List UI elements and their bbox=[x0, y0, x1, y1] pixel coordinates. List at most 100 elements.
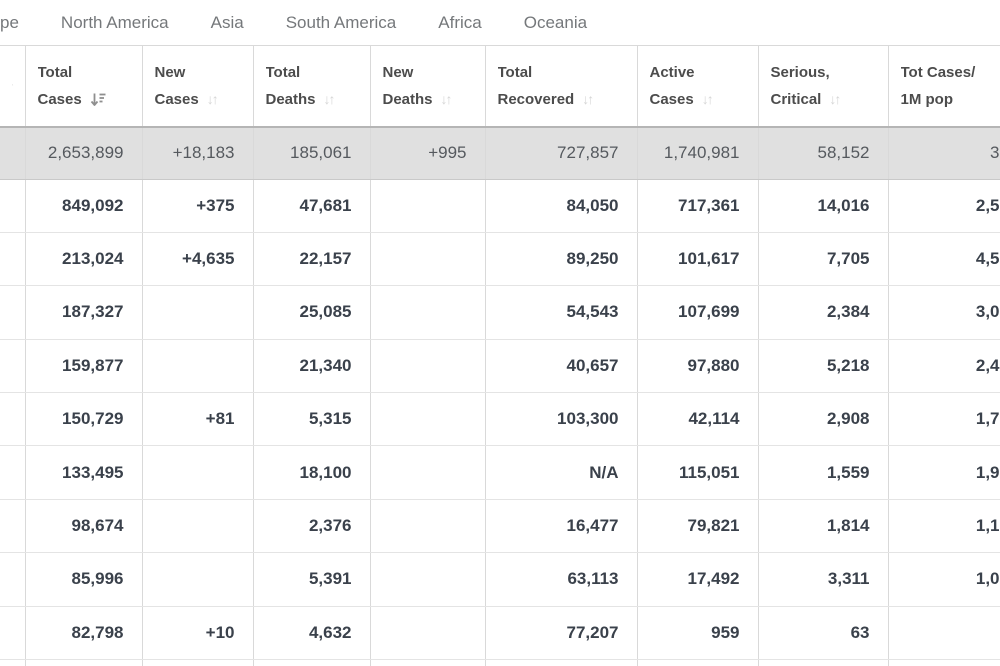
cell-total_cases: 85,996 bbox=[25, 552, 143, 607]
column-label-line2: Cases bbox=[37, 91, 82, 108]
column-label-line2: Cases bbox=[154, 91, 199, 108]
header-row: ↓↑ Total Cases New Cases ↓↑ Total Deaths ↓↑ New De… bbox=[0, 46, 1000, 128]
cell-active_cases: 101,617 bbox=[637, 232, 759, 287]
cell-cases_per_1m: 3 bbox=[888, 127, 1000, 180]
cell-country bbox=[0, 499, 26, 554]
cell-serious_critical bbox=[758, 659, 889, 666]
cell-cases_per_1m: 1,9 bbox=[888, 445, 1000, 500]
cell-new_deaths bbox=[370, 552, 486, 607]
cell-total_recovered: 727,857 bbox=[485, 127, 638, 180]
cell-active_cases: 42,114 bbox=[637, 392, 759, 447]
column-label-line1: Total bbox=[497, 64, 533, 81]
tab-north-america[interactable]: North America bbox=[61, 13, 169, 33]
column-label-line1: Tot Cases/ bbox=[900, 64, 976, 81]
col-header-new_cases[interactable]: New Cases ↓↑ bbox=[142, 46, 254, 128]
tab-asia[interactable]: Asia bbox=[211, 13, 244, 33]
cell-serious_critical: 3,311 bbox=[758, 552, 889, 607]
cell-new_cases: +10 bbox=[142, 606, 254, 661]
cell-serious_critical: 63 bbox=[758, 606, 889, 661]
column-label-line2: Critical bbox=[770, 91, 822, 108]
cell-total_deaths: 185,061 bbox=[253, 127, 371, 180]
cell-new_deaths: +22 bbox=[370, 179, 486, 233]
cell-total_deaths: 2,376 bbox=[253, 499, 371, 554]
cell-active_cases: 1,740,981 bbox=[637, 127, 759, 180]
cell-total_cases bbox=[25, 659, 143, 666]
cell-total_cases: 133,495 bbox=[25, 445, 143, 500]
tab-south-america[interactable]: South America bbox=[286, 13, 397, 33]
cell-country bbox=[0, 232, 26, 287]
country-row: 213,024 +4,635 22,157 +440 89,250 101,617 7,70… bbox=[0, 232, 1000, 287]
cell-cases_per_1m bbox=[888, 659, 1000, 666]
cell-total_recovered: 40,657 bbox=[485, 339, 638, 394]
cell-total_cases: 98,674 bbox=[25, 499, 143, 554]
tab-oceania[interactable]: Oceania bbox=[524, 13, 587, 33]
cell-new_cases: +18,183 bbox=[142, 127, 254, 180]
cell-new_cases: +4,635 bbox=[142, 232, 254, 287]
column-label-line1: New bbox=[382, 64, 414, 81]
col-header-total_recovered[interactable]: Total Recovered ↓↑ bbox=[485, 46, 638, 128]
cell-cases_per_1m: 1,7 bbox=[888, 392, 1000, 447]
cell-total_cases: 82,798 bbox=[25, 606, 143, 661]
cell-total_deaths: 22,157 bbox=[253, 232, 371, 287]
country-row: 150,729 +81 5,315 103,300 42,114 2,908 1,7 bbox=[0, 392, 1000, 447]
col-header-new_deaths[interactable]: New Deaths ↓↑ bbox=[370, 46, 486, 128]
cell-country bbox=[0, 339, 26, 394]
sort-toggle-icon: ↓↑ bbox=[701, 91, 714, 107]
column-label-line1: Total bbox=[265, 64, 301, 81]
partial-clipped-row bbox=[0, 659, 1000, 666]
country-row: 133,495 18,100 N/A 115,051 1,559 1,9 bbox=[0, 445, 1000, 500]
col-header-serious_critical[interactable]: Serious, Critical ↓↑ bbox=[758, 46, 889, 128]
cell-country bbox=[0, 445, 26, 500]
country-row: 82,798 +10 4,632 77,207 959 63 bbox=[0, 606, 1000, 661]
cell-total_cases: 150,729 bbox=[25, 392, 143, 447]
cell-serious_critical: 5,218 bbox=[758, 339, 889, 394]
country-row: 159,877 21,340 40,657 97,880 5,218 2,4 bbox=[0, 339, 1000, 394]
cell-new_deaths bbox=[370, 285, 486, 340]
cell-new_cases bbox=[142, 499, 254, 554]
cell-country bbox=[0, 552, 26, 607]
cell-cases_per_1m: 1,1 bbox=[888, 499, 1000, 554]
tab-africa[interactable]: Africa bbox=[438, 13, 481, 33]
cell-total_recovered: 77,207 bbox=[485, 606, 638, 661]
cell-total_cases: 849,092 bbox=[25, 179, 143, 233]
world-total-row: 2,653,899 +18,183 185,061 +995 727,857 1,740,… bbox=[0, 127, 1000, 180]
table-header: ↓↑ Total Cases New Cases ↓↑ Total Deaths ↓↑ New De… bbox=[0, 46, 1000, 128]
cell-active_cases: 115,051 bbox=[637, 445, 759, 500]
country-row: 187,327 25,085 54,543 107,699 2,384 3,0 bbox=[0, 285, 1000, 340]
covid-stats-table: ↓↑ Total Cases New Cases ↓↑ Total Deaths ↓↑ New De… bbox=[0, 46, 1000, 666]
col-header-cases_per_1m[interactable]: Tot Cases/1M pop bbox=[888, 46, 1000, 128]
sort-descending-active-icon bbox=[90, 93, 106, 106]
cell-new_deaths: +995 bbox=[370, 127, 486, 180]
sort-toggle-icon: ↓↑ bbox=[323, 91, 336, 107]
cell-serious_critical: 1,559 bbox=[758, 445, 889, 500]
col-header-active_cases[interactable]: Active Cases ↓↑ bbox=[637, 46, 759, 128]
cell-total_deaths: 5,315 bbox=[253, 392, 371, 447]
sort-toggle-icon: ↓↑ bbox=[582, 91, 594, 107]
cell-total_recovered bbox=[485, 659, 638, 666]
cell-total_recovered: 54,543 bbox=[485, 285, 638, 340]
cell-new_cases bbox=[142, 445, 254, 500]
cell-new_cases bbox=[142, 659, 254, 666]
col-header-total_deaths[interactable]: Total Deaths ↓↑ bbox=[253, 46, 371, 128]
cell-active_cases bbox=[637, 659, 759, 666]
column-label-line2: Deaths bbox=[265, 91, 316, 108]
cell-active_cases: 107,699 bbox=[637, 285, 759, 340]
cell-active_cases: 97,880 bbox=[637, 339, 759, 394]
tab-europe-partial[interactable]: pe bbox=[0, 13, 19, 33]
col-header-total_cases[interactable]: Total Cases bbox=[25, 46, 143, 128]
cell-country bbox=[0, 606, 26, 661]
table-body: 2,653,899 +18,183 185,061 +995 727,857 1,740,… bbox=[0, 127, 1000, 666]
cell-active_cases: 717,361 bbox=[637, 179, 759, 233]
sort-toggle-icon: ↓↑ bbox=[440, 91, 453, 107]
table-viewport: ↓↑ Total Cases New Cases ↓↑ Total Deaths ↓↑ New De… bbox=[0, 45, 1000, 666]
cell-cases_per_1m: 3,0 bbox=[888, 285, 1000, 340]
cell-serious_critical: 1,814 bbox=[758, 499, 889, 554]
cell-total_cases: 213,024 bbox=[25, 232, 143, 287]
cell-total_deaths: 5,391 bbox=[253, 552, 371, 607]
column-label-line2: Recovered bbox=[497, 91, 575, 108]
country-row: 85,996 5,391 63,113 17,492 3,311 1,0 bbox=[0, 552, 1000, 607]
cell-active_cases: 17,492 bbox=[637, 552, 759, 607]
cell-country bbox=[0, 659, 26, 666]
cell-new_cases: +375 bbox=[142, 179, 254, 233]
continent-tabs: pe North America Asia South America Africa Oc… bbox=[0, 0, 1000, 45]
